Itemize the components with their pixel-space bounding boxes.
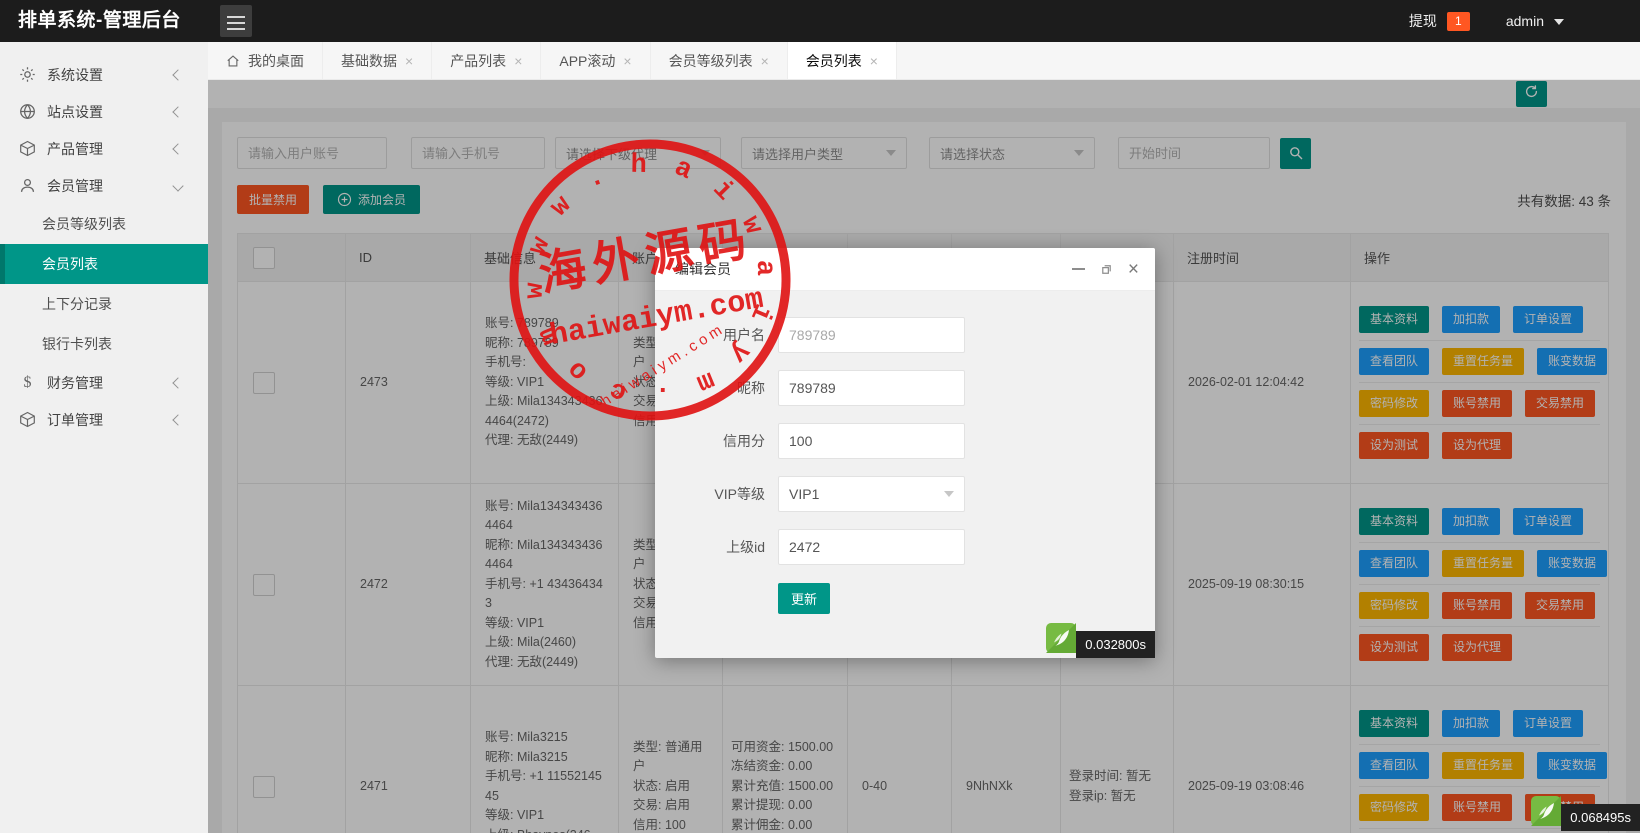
- minimize-icon[interactable]: [1071, 268, 1085, 270]
- sidebar-item-label: 系统设置: [47, 66, 103, 83]
- form-row-用户名: 用户名 789789: [655, 317, 1155, 353]
- cube-icon: [19, 140, 36, 157]
- tab-基础数据[interactable]: 基础数据 ×: [323, 42, 433, 79]
- field-value: VIP1: [789, 486, 820, 502]
- withdraw-count-badge: 1: [1446, 11, 1470, 31]
- close-icon[interactable]: ×: [1128, 260, 1139, 279]
- tab-close-icon[interactable]: ×: [761, 54, 769, 68]
- cube-icon: [19, 411, 36, 428]
- sidebar-item-系统设置[interactable]: 系统设置: [0, 56, 208, 93]
- page-render-time: 0.068495s: [1531, 796, 1640, 831]
- sidebar-item-label: 会员管理: [47, 177, 103, 194]
- chevron-down-icon: [944, 491, 954, 497]
- chevron-left-icon: [172, 105, 184, 118]
- main-area: 我的桌面 基础数据 × 产品列表 × APP滚动 × 会员等级列表 × 会员列表 × 请选择下级代理…: [208, 42, 1640, 833]
- sidebar-item-label: 订单管理: [47, 411, 103, 428]
- form-row-昵称: 昵称 789789: [655, 370, 1155, 406]
- tab-label: 会员列表: [805, 52, 862, 69]
- leaf-icon: [1046, 623, 1077, 658]
- tab-label: 我的桌面: [248, 52, 304, 69]
- field-value: 789789: [789, 327, 836, 343]
- user-menu-caret-icon: [1554, 19, 1564, 25]
- field-value: 789789: [789, 380, 836, 396]
- tab-我的桌面[interactable]: 我的桌面: [208, 42, 323, 79]
- field-label: 信用分: [723, 433, 765, 449]
- tab-会员等级列表[interactable]: 会员等级列表 ×: [651, 42, 788, 79]
- tab-close-icon[interactable]: ×: [870, 54, 878, 68]
- sidebar-item-订单管理[interactable]: 订单管理: [0, 401, 208, 438]
- field-input-用户名[interactable]: 789789: [778, 317, 965, 353]
- field-value: 2472: [789, 539, 821, 555]
- sidebar-item-label: 财务管理: [47, 374, 103, 391]
- dollar-icon: $: [23, 373, 32, 391]
- maximize-icon[interactable]: [1100, 263, 1113, 276]
- sidebar-subitem-会员等级列表[interactable]: 会员等级列表: [0, 204, 208, 244]
- sidebar-item-会员管理[interactable]: 会员管理: [0, 167, 208, 204]
- tab-label: APP滚动: [559, 52, 616, 69]
- chevron-left-icon: [172, 376, 184, 389]
- sidebar-subitem-会员列表[interactable]: 会员列表: [0, 244, 208, 284]
- form-row-上级id: 上级id 2472: [655, 529, 1155, 565]
- tab-close-icon[interactable]: ×: [514, 54, 522, 68]
- field-label: 上级id: [726, 539, 765, 555]
- field-input-上级id[interactable]: 2472: [778, 529, 965, 565]
- field-label: 用户名: [723, 327, 765, 343]
- field-label: 昵称: [737, 380, 765, 396]
- sidebar-item-财务管理[interactable]: $ 财务管理: [0, 364, 208, 401]
- field-label: VIP等级: [714, 486, 765, 502]
- sidebar-item-产品管理[interactable]: 产品管理: [0, 130, 208, 167]
- update-button[interactable]: 更新: [778, 583, 831, 614]
- leaf-icon: [1531, 796, 1562, 831]
- sidebar-nav: 系统设置站点设置产品管理会员管理会员等级列表 会员列表上下分记录银行卡列表 $ 财务管…: [0, 42, 208, 833]
- collapse-menu-button[interactable]: [220, 5, 252, 37]
- sidebar-item-label: 产品管理: [47, 140, 103, 157]
- tab-close-icon[interactable]: ×: [405, 54, 413, 68]
- sidebar-item-站点设置[interactable]: 站点设置: [0, 93, 208, 130]
- sidebar-subitem-label: 会员等级列表: [42, 216, 126, 232]
- field-select-VIP等级[interactable]: VIP1: [778, 476, 965, 512]
- tab-产品列表[interactable]: 产品列表 ×: [432, 42, 542, 79]
- home-icon: [226, 54, 240, 68]
- sidebar-subitem-label: 银行卡列表: [42, 336, 112, 352]
- edit-member-dialog: 编辑会员 × 用户名 789789 昵称 789789 信用分 100 VIP等级 VIP1 上…: [655, 248, 1155, 658]
- field-input-昵称[interactable]: 789789: [778, 370, 965, 406]
- form-row-信用分: 信用分 100: [655, 423, 1155, 459]
- tab-会员列表[interactable]: 会员列表 ×: [787, 42, 897, 79]
- content-area: 请选择下级代理请选择用户类型请选择状态 批量禁用 添加会员 共有数据: 43 条…: [208, 80, 1640, 833]
- app-title: 排单系统-管理后台: [18, 10, 181, 31]
- tab-bar: 我的桌面 基础数据 × 产品列表 × APP滚动 × 会员等级列表 × 会员列表 ×: [208, 42, 1640, 80]
- gear-icon: [19, 66, 36, 83]
- form-row-VIP等级: VIP等级 VIP1: [655, 476, 1155, 512]
- dialog-title: 编辑会员: [675, 261, 731, 277]
- chevron-left-icon: [172, 142, 184, 155]
- sidebar-item-label: 站点设置: [47, 103, 103, 120]
- field-input-信用分[interactable]: 100: [778, 423, 965, 459]
- sidebar-subitem-label: 会员列表: [42, 256, 98, 272]
- sidebar-subitem-label: 上下分记录: [42, 296, 112, 312]
- site-icon: [19, 103, 36, 120]
- field-value: 100: [789, 433, 813, 449]
- top-header: 排单系统-管理后台 提现 1 admin: [0, 0, 1640, 42]
- user-icon: [19, 177, 36, 194]
- dialog-body: 用户名 789789 昵称 789789 信用分 100 VIP等级 VIP1 上级id 2472…: [655, 291, 1155, 614]
- chevron-left-icon: [172, 68, 184, 81]
- chevron-left-icon: [172, 413, 184, 426]
- tab-label: 产品列表: [450, 52, 507, 69]
- dialog-render-time: 0.032800s: [1046, 623, 1155, 658]
- dialog-header[interactable]: 编辑会员 ×: [655, 248, 1155, 291]
- withdraw-link[interactable]: 提现: [1409, 11, 1437, 31]
- chevron-down-icon: [172, 180, 184, 192]
- tab-label: 会员等级列表: [668, 52, 753, 69]
- user-menu[interactable]: admin: [1506, 13, 1544, 29]
- tab-close-icon[interactable]: ×: [623, 54, 631, 68]
- tab-label: 基础数据: [341, 52, 397, 69]
- tab-APP滚动[interactable]: APP滚动 ×: [541, 42, 651, 79]
- sidebar-subitem-上下分记录[interactable]: 上下分记录: [0, 284, 208, 324]
- sidebar-subitem-银行卡列表[interactable]: 银行卡列表: [0, 324, 208, 364]
